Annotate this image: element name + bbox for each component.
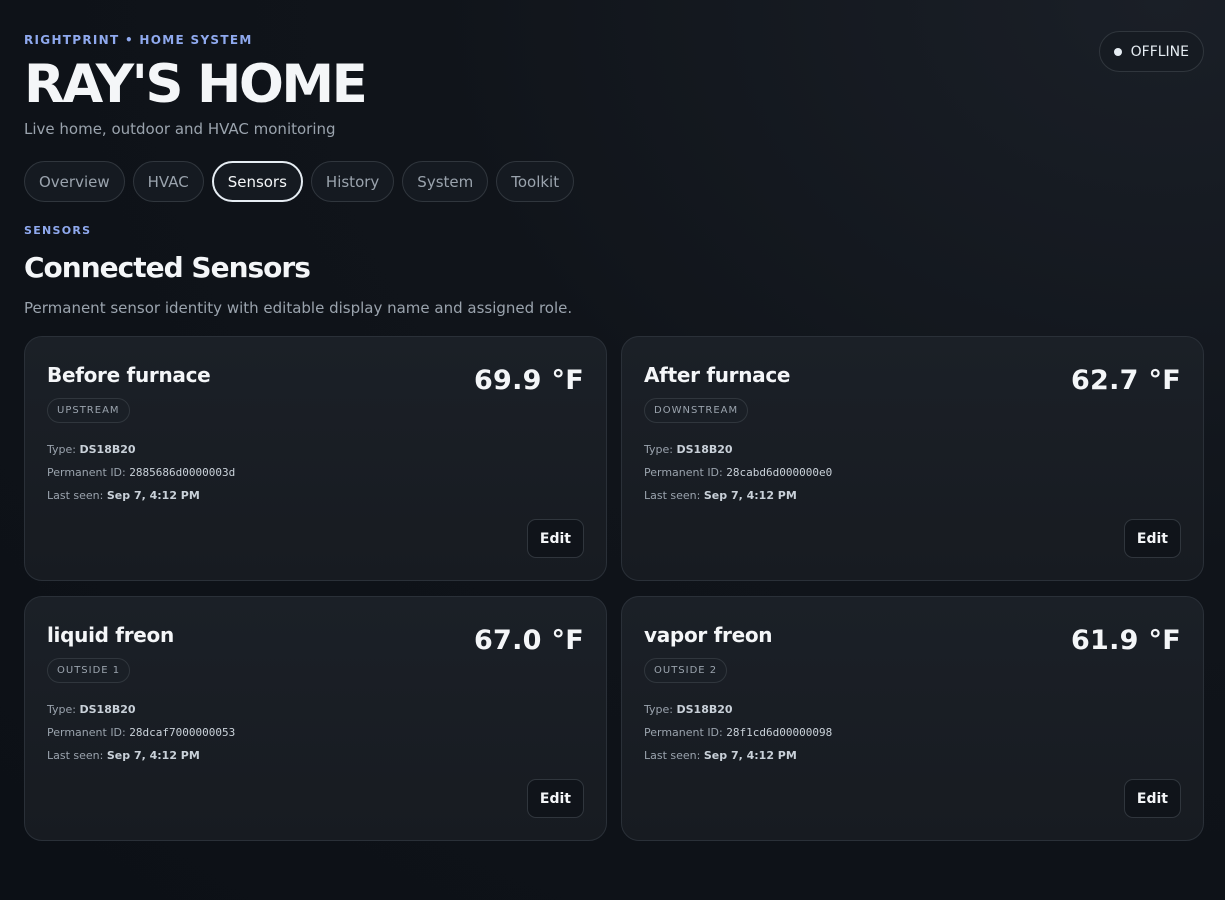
sensor-last-seen: Last seen: Sep 7, 4:12 PM <box>644 489 797 502</box>
sensor-name: liquid freon <box>47 623 174 647</box>
sensor-role-badge: OUTSIDE 2 <box>644 658 728 683</box>
sensor-card: vapor freon 61.9 °F OUTSIDE 2 Type: DS18… <box>621 596 1204 841</box>
sensor-name: vapor freon <box>644 623 773 647</box>
edit-button[interactable]: Edit <box>526 519 584 558</box>
section-title: Connected Sensors <box>24 251 311 284</box>
sensor-role-badge: DOWNSTREAM <box>644 398 749 423</box>
sensor-name: Before furnace <box>47 363 211 387</box>
edit-button[interactable]: Edit <box>1123 519 1181 558</box>
tab-sensors[interactable]: Sensors <box>211 161 303 202</box>
sensor-type: Type: DS18B20 <box>644 703 733 716</box>
status-badge: OFFLINE <box>1098 31 1204 72</box>
sensor-grid: Before furnace 69.9 °F UPSTREAM Type: DS… <box>24 336 1204 841</box>
sensor-permanent-id: Permanent ID: 28cabd6d000000e0 <box>644 466 833 479</box>
sensor-last-seen: Last seen: Sep 7, 4:12 PM <box>644 749 797 762</box>
sensor-last-seen: Last seen: Sep 7, 4:12 PM <box>47 749 200 762</box>
edit-button[interactable]: Edit <box>1123 779 1181 818</box>
sensor-type: Type: DS18B20 <box>47 703 136 716</box>
page-subtitle: Live home, outdoor and HVAC monitoring <box>24 120 336 138</box>
brand-eyebrow: RIGHTPRINT • HOME SYSTEM <box>24 33 253 47</box>
tab-hvac[interactable]: HVAC <box>132 161 204 202</box>
section-description: Permanent sensor identity with editable … <box>24 299 573 317</box>
edit-button[interactable]: Edit <box>526 779 584 818</box>
sensor-temperature: 67.0 °F <box>473 625 584 656</box>
sensor-type: Type: DS18B20 <box>47 443 136 456</box>
sensor-permanent-id: Permanent ID: 28dcaf7000000053 <box>47 726 236 739</box>
sensor-card: liquid freon 67.0 °F OUTSIDE 1 Type: DS1… <box>24 596 607 841</box>
status-dot-icon <box>1113 47 1122 56</box>
sensor-temperature: 69.9 °F <box>473 365 584 396</box>
tab-bar: Overview HVAC Sensors History System Too… <box>24 161 575 202</box>
sensor-role-badge: UPSTREAM <box>47 398 130 423</box>
status-label: OFFLINE <box>1130 43 1189 60</box>
tab-overview[interactable]: Overview <box>24 161 125 202</box>
sensor-type: Type: DS18B20 <box>644 443 733 456</box>
sensor-last-seen: Last seen: Sep 7, 4:12 PM <box>47 489 200 502</box>
page: RIGHTPRINT • HOME SYSTEM RAY'S HOME Live… <box>0 0 1225 900</box>
sensor-permanent-id: Permanent ID: 28f1cd6d00000098 <box>644 726 833 739</box>
tab-system[interactable]: System <box>402 161 489 202</box>
sensor-permanent-id: Permanent ID: 2885686d0000003d <box>47 466 236 479</box>
tab-history[interactable]: History <box>310 161 395 202</box>
sensor-role-badge: OUTSIDE 1 <box>47 658 131 683</box>
sensor-card: After furnace 62.7 °F DOWNSTREAM Type: D… <box>621 336 1204 581</box>
sensor-card: Before furnace 69.9 °F UPSTREAM Type: DS… <box>24 336 607 581</box>
page-title: RAY'S HOME <box>24 54 368 115</box>
sensor-temperature: 62.7 °F <box>1070 365 1181 396</box>
sensor-name: After furnace <box>644 363 791 387</box>
tab-toolkit[interactable]: Toolkit <box>496 161 575 202</box>
section-eyebrow: SENSORS <box>24 224 92 237</box>
sensor-temperature: 61.9 °F <box>1070 625 1181 656</box>
